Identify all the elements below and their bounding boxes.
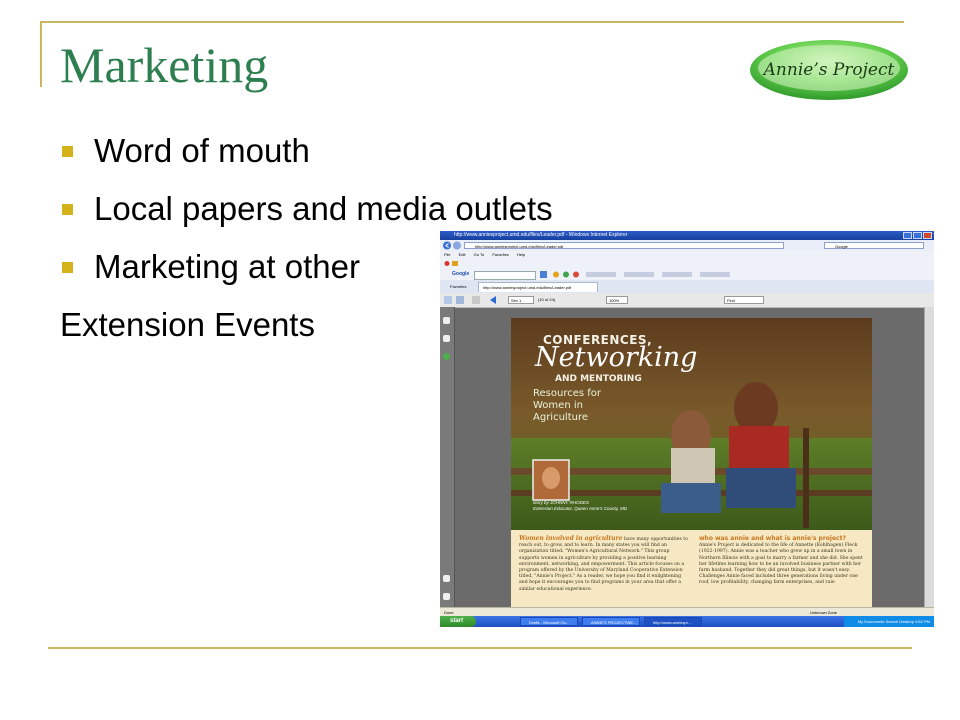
doc-right-title: who was annie and what is annie's projec… <box>699 535 846 542</box>
start-button: start <box>440 616 476 627</box>
menu-edit: Edit <box>458 252 466 257</box>
frame-bottom-rule <box>48 647 912 649</box>
frame-left-rule <box>40 21 42 87</box>
tab-leader-pdf: http://www.anniesproject.umd.edu/files/L… <box>478 282 598 292</box>
menu-file: File <box>444 252 451 257</box>
pdf-scrollbar <box>924 307 934 607</box>
bullet-square-icon <box>62 204 73 215</box>
pdf-toolbar-icons <box>444 296 496 304</box>
back-forward-icon <box>443 241 461 250</box>
doc-lead-title: Women involved in agriculture <box>519 535 623 542</box>
toolbar-icons <box>444 261 458 266</box>
doc-article-text: Women involved in agriculture have many … <box>511 530 872 608</box>
attachments-icon <box>443 575 450 582</box>
doc-heading-networking: Networking <box>535 342 698 373</box>
doc-lead-text: have many opportunities to reach out, to… <box>519 537 688 592</box>
pages-icon <box>443 317 450 324</box>
page-label-field: Sec 1 <box>508 296 534 304</box>
minimize-icon <box>903 232 912 239</box>
google-search-box <box>474 271 536 280</box>
pdf-toolbar: Sec 1 (10 of 24) 100% Find <box>440 293 934 308</box>
logo-text: Annie’s Project <box>762 60 895 80</box>
task-outlook: Drafts - Microsoft Ou... <box>520 617 578 626</box>
tab-bar: Favorites http://www.anniesproject.umd.e… <box>440 280 934 294</box>
zoom-field: 100% <box>606 296 628 304</box>
browser-screenshot: http://www.anniesproject.umd.edu/files/L… <box>440 231 934 627</box>
task-browser: http://www.anniespr... <box>644 617 702 626</box>
continuation-text: Extension Events <box>60 306 315 343</box>
bullet-item: Word of mouth <box>60 130 553 188</box>
pdf-document-page: CONFERENCES, Networking AND MENTORING Re… <box>511 318 872 608</box>
windows-taskbar: start Drafts - Microsoft Ou... ANNIE'S P… <box>440 616 934 627</box>
favorites-label: Favorites <box>450 284 467 289</box>
doc-subheading: Resources for Women in Agriculture <box>533 388 601 423</box>
close-icon <box>923 232 932 239</box>
bookmarks-icon <box>443 335 450 342</box>
signatures-icon <box>443 353 450 360</box>
doc-right-column: who was annie and what is annie's projec… <box>699 535 865 587</box>
bullet-square-icon <box>62 146 73 157</box>
annies-project-logo: Annie’s Project <box>750 40 908 100</box>
doc-heading-mentoring: AND MENTORING <box>555 374 642 384</box>
google-label: Google <box>452 271 470 277</box>
doc-right-text: Annie's Project is dedicated to the life… <box>699 543 863 586</box>
find-field: Find <box>724 296 764 304</box>
menu-help: Help <box>516 252 526 257</box>
menu-favorites: Favorites <box>492 252 509 257</box>
doc-byline: story by JOHNNY RHODES Extension Educato… <box>533 500 628 511</box>
page-count: (10 of 24) <box>538 297 556 302</box>
pdf-sidebar <box>440 307 455 607</box>
menu-goto: Go To <box>473 252 485 257</box>
bullet-square-icon <box>62 262 73 273</box>
google-toolbar-icons <box>540 271 730 278</box>
address-field: http://www.anniesproject.umd.edu/files/L… <box>464 242 784 249</box>
window-titlebar: http://www.anniesproject.umd.edu/files/L… <box>440 231 934 240</box>
comments-icon <box>443 593 450 600</box>
maximize-icon <box>913 232 922 239</box>
system-tray: My Documents Search Desktop 3:52 PM <box>844 616 934 627</box>
search-field: Google <box>824 242 924 249</box>
slide-title: Marketing <box>60 37 269 93</box>
menu-bar: File Edit Go To Favorites Help <box>440 251 934 259</box>
doc-lead-column: Women involved in agriculture have many … <box>519 535 689 593</box>
window-controls <box>903 232 932 239</box>
frame-top-rule <box>40 21 904 23</box>
task-annies-project: ANNIE'S PROJECT\NE... <box>582 617 640 626</box>
